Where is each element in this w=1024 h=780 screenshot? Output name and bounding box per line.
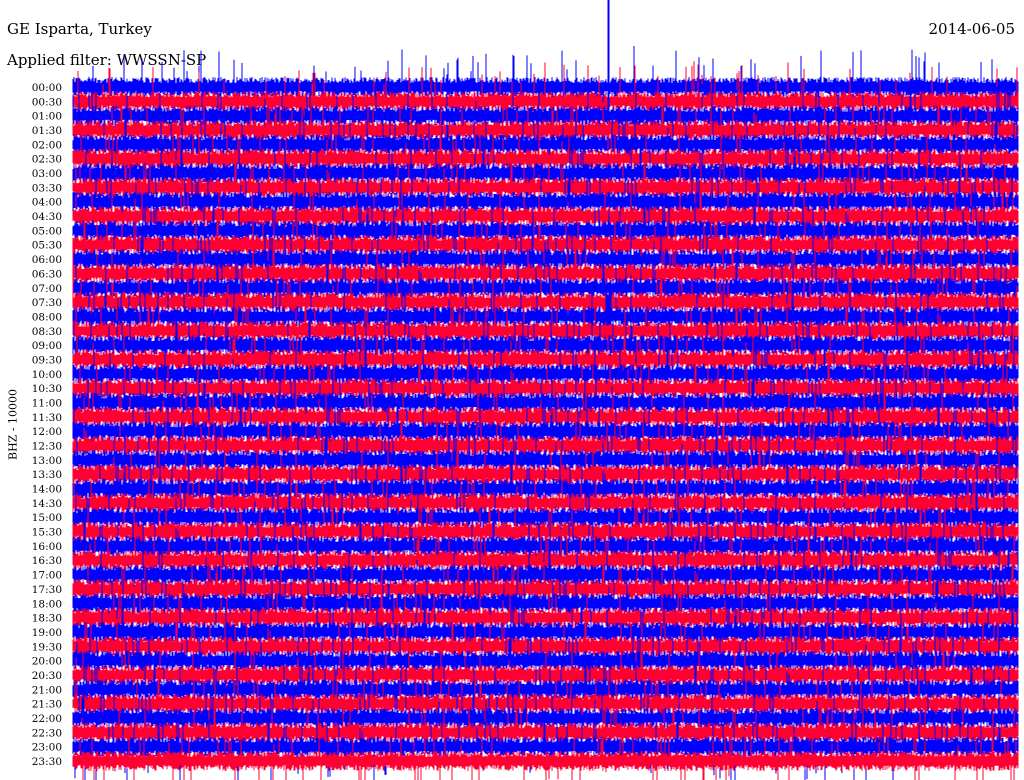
row-time-label: 04:00 — [32, 197, 62, 209]
row-time-label: 09:00 — [32, 340, 62, 352]
row-time-label: 19:00 — [32, 627, 62, 639]
row-time-label: 15:30 — [32, 527, 62, 539]
row-time-label: 21:00 — [32, 684, 62, 696]
row-time-label: 13:00 — [32, 455, 62, 467]
row-time-label: 02:30 — [32, 154, 62, 166]
row-time-label: 16:00 — [32, 541, 62, 553]
row-time-label: 19:30 — [32, 641, 62, 653]
row-time-label: 15:00 — [32, 512, 62, 524]
row-time-label: 00:30 — [32, 96, 62, 108]
row-time-label: 05:00 — [32, 225, 62, 237]
row-time-label: 18:30 — [32, 613, 62, 625]
row-time-label: 14:30 — [32, 498, 62, 510]
row-time-label: 17:30 — [32, 584, 62, 596]
row-time-label: 11:30 — [32, 412, 62, 424]
row-time-label: 10:30 — [32, 383, 62, 395]
row-time-label: 16:30 — [32, 555, 62, 567]
row-time-label: 20:00 — [32, 656, 62, 668]
row-time-label: 23:00 — [32, 742, 62, 754]
row-time-label: 12:30 — [32, 441, 62, 453]
row-time-label: 03:30 — [32, 182, 62, 194]
row-time-label: 04:30 — [32, 211, 62, 223]
row-time-label: 00:00 — [32, 82, 62, 94]
row-time-label: 02:00 — [32, 139, 62, 151]
row-time-label: 03:00 — [32, 168, 62, 180]
row-time-label: 06:00 — [32, 254, 62, 266]
row-time-label: 13:30 — [32, 469, 62, 481]
row-time-label: 12:00 — [32, 426, 62, 438]
row-time-label: 21:30 — [32, 699, 62, 711]
row-time-label: 22:30 — [32, 727, 62, 739]
row-time-label: 14:00 — [32, 484, 62, 496]
row-time-label: 06:30 — [32, 268, 62, 280]
row-time-label: 07:30 — [32, 297, 62, 309]
row-time-label: 09:30 — [32, 354, 62, 366]
row-time-label: 10:00 — [32, 369, 62, 381]
row-time-label: 23:30 — [32, 756, 62, 768]
row-time-label: 11:00 — [32, 397, 62, 409]
helicorder-plot: 00:00 00:30 01:00 01:30 02:00 02:30 03:00 03:30… — [32, 0, 1019, 780]
row-time-label: 08:30 — [32, 326, 62, 338]
row-time-label: 01:30 — [32, 125, 62, 137]
row-time-label: 17:00 — [32, 570, 62, 582]
row-time-label: 08:00 — [32, 311, 62, 323]
row-time-label: 05:30 — [32, 240, 62, 252]
row-time-label: 20:30 — [32, 670, 62, 682]
row-time-label: 07:00 — [32, 283, 62, 295]
row-time-label: 01:00 — [32, 111, 62, 123]
row-time-label: 22:00 — [32, 713, 62, 725]
row-time-label: 18:00 — [32, 598, 62, 610]
